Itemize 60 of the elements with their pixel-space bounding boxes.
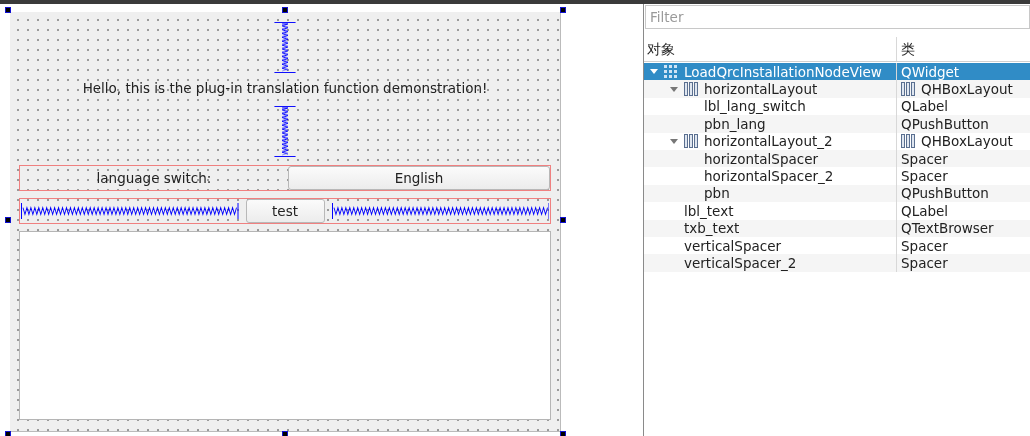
language-button[interactable]: English bbox=[288, 166, 550, 190]
resize-handle[interactable] bbox=[560, 431, 566, 436]
resize-handle[interactable] bbox=[282, 7, 288, 13]
object-name: horizontalLayout_2 bbox=[704, 133, 833, 150]
columns-icon bbox=[901, 134, 915, 149]
tree-row[interactable]: txb_text QTextBrowser bbox=[644, 219, 1030, 237]
tree-row[interactable]: LoadQrcInstallationNodeView QWidget bbox=[644, 63, 1030, 81]
object-name: horizontalSpacer_2 bbox=[704, 168, 834, 185]
column-header[interactable]: 对象 bbox=[644, 37, 897, 61]
columns-icon bbox=[901, 82, 915, 97]
class-name: Spacer bbox=[901, 168, 948, 185]
vertical-spacer bbox=[274, 106, 296, 157]
resize-handle[interactable] bbox=[5, 7, 11, 13]
tree-row[interactable]: horizontalSpacer Spacer bbox=[644, 149, 1030, 168]
class-name: QHBoxLayout bbox=[921, 81, 1013, 98]
column-header[interactable]: 类 bbox=[897, 37, 1030, 61]
object-name: pbn bbox=[704, 185, 730, 202]
tree-row[interactable]: horizontalLayout QHBoxLayout bbox=[644, 80, 1030, 98]
object-name: lbl_lang_switch bbox=[704, 98, 806, 115]
language-label: language switch: bbox=[95, 170, 213, 186]
object-name: lbl_text bbox=[684, 202, 734, 219]
object-name: verticalSpacer bbox=[684, 237, 782, 254]
resize-handle[interactable] bbox=[5, 431, 11, 436]
expand-arrow-icon[interactable] bbox=[670, 86, 678, 92]
object-name: LoadQrcInstallationNodeView bbox=[684, 63, 882, 80]
class-name: Spacer bbox=[901, 255, 948, 271]
test-button[interactable]: test bbox=[245, 199, 325, 223]
object-name: verticalSpacer_2 bbox=[684, 255, 797, 271]
tree-row[interactable]: lbl_text QLabel bbox=[644, 202, 1030, 220]
object-name: pbn_lang bbox=[704, 115, 766, 132]
class-name: QPushButton bbox=[901, 115, 989, 132]
resize-handle[interactable] bbox=[560, 217, 566, 223]
hello-label: Hello, this is the plug-in translation function demonstration! bbox=[82, 79, 488, 98]
class-name: QLabel bbox=[901, 202, 949, 219]
class-name: QHBoxLayout bbox=[921, 133, 1013, 150]
class-name: QLabel bbox=[901, 98, 949, 115]
tree-row[interactable]: horizontalSpacer_2 Spacer bbox=[644, 167, 1030, 185]
object-name: horizontalLayout bbox=[704, 81, 818, 98]
columns-icon bbox=[684, 134, 698, 149]
tree-row[interactable]: pbn QPushButton bbox=[644, 184, 1030, 203]
expand-arrow-icon[interactable] bbox=[670, 138, 678, 144]
object-name: txb_text bbox=[684, 220, 740, 237]
object-name: horizontalSpacer bbox=[704, 150, 819, 167]
class-name: QWidget bbox=[901, 63, 960, 80]
resize-handle[interactable] bbox=[560, 7, 566, 13]
columns-icon bbox=[684, 82, 698, 97]
class-name: QPushButton bbox=[901, 185, 989, 202]
class-name: Spacer bbox=[901, 237, 948, 254]
vertical-spacer bbox=[274, 22, 296, 73]
expand-arrow-icon[interactable] bbox=[650, 69, 658, 75]
grid-icon bbox=[664, 64, 678, 79]
resize-handle[interactable] bbox=[5, 217, 11, 223]
text-browser[interactable] bbox=[19, 231, 551, 420]
tree-row[interactable]: verticalSpacer_2 Spacer bbox=[644, 254, 1030, 272]
tree-row[interactable]: horizontalLayout_2 QHBoxLayout bbox=[644, 132, 1030, 150]
resize-handle[interactable] bbox=[282, 431, 288, 436]
tree-row[interactable]: pbn_lang QPushButton bbox=[644, 115, 1030, 133]
class-name: Spacer bbox=[901, 150, 948, 167]
class-name: QTextBrowser bbox=[901, 220, 994, 237]
filter-field[interactable]: Filter bbox=[645, 5, 1030, 29]
